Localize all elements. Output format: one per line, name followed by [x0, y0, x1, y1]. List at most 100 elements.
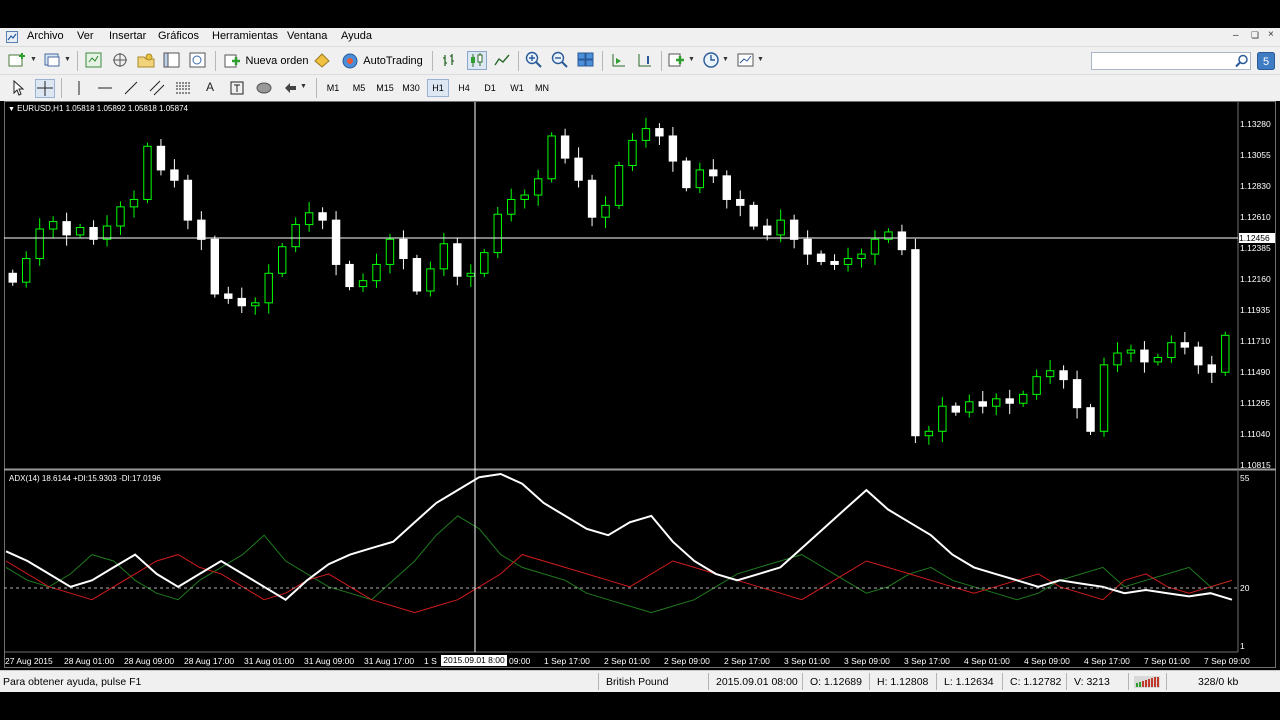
candle-bearish — [1194, 346, 1203, 366]
time-label: 2 Sep 01:00 — [604, 656, 650, 666]
time-label: 4 Sep 09:00 — [1024, 656, 1070, 666]
candle-bearish — [1086, 407, 1095, 432]
candle-bearish — [762, 225, 772, 236]
candle-bearish — [224, 293, 233, 299]
candle-bullish — [358, 280, 368, 288]
candle-bearish — [62, 221, 71, 236]
candle-bullish — [1032, 376, 1041, 395]
price-label: 1.11710 — [1240, 336, 1271, 346]
candle-bullish — [35, 228, 44, 260]
candle-bearish — [1059, 370, 1068, 381]
candle-bearish — [789, 219, 799, 240]
candle-bearish — [722, 175, 731, 200]
candle-bullish — [695, 169, 705, 189]
candle-bullish — [533, 178, 543, 196]
price-label: 1.13280 — [1240, 119, 1271, 129]
status-divider — [1002, 673, 1003, 690]
time-label: 7 Sep 09:00 — [1204, 656, 1250, 666]
candle-bearish — [183, 179, 193, 221]
indicator-panel — [5, 472, 1233, 614]
candle-bullish — [466, 272, 476, 277]
candle-bearish — [587, 179, 597, 218]
price-label: 1.12830 — [1240, 181, 1271, 191]
status-traffic: 328/0 kb — [1198, 676, 1239, 688]
chart-symbol-info: EURUSD,H1 1.05818 1.05892 1.05818 1.0587… — [17, 104, 188, 113]
time-label: 31 Aug 09:00 — [304, 656, 355, 666]
candle-bearish — [830, 260, 839, 265]
time-label: 3 Sep 17:00 — [904, 656, 950, 666]
price-label: 1.11490 — [1240, 367, 1271, 377]
candle-bullish — [1167, 342, 1176, 358]
status-divider — [708, 673, 709, 690]
time-label: 4 Sep 17:00 — [1084, 656, 1130, 666]
candle-bearish — [709, 169, 718, 177]
time-label: 3 Sep 01:00 — [784, 656, 830, 666]
candle-bullish — [480, 252, 489, 274]
indicator-level-label: 1 — [1240, 641, 1245, 651]
candle-bearish — [668, 135, 678, 162]
candle-bullish — [614, 164, 624, 206]
time-label: 31 Aug 01:00 — [244, 656, 295, 666]
time-label: 1 S — [424, 656, 437, 666]
candle-bullish — [641, 128, 651, 141]
status-divider — [598, 673, 599, 690]
candle-bullish — [251, 302, 260, 307]
candle-bullish — [1153, 356, 1163, 363]
time-label: 7 Sep 01:00 — [1144, 656, 1190, 666]
candle-bullish — [277, 246, 287, 274]
candle-bearish — [1207, 364, 1216, 373]
time-label: 27 Aug 2015 — [5, 656, 53, 666]
price-panel — [8, 117, 1230, 445]
status-divider — [936, 673, 937, 690]
time-label: 28 Aug 17:00 — [184, 656, 235, 666]
candle-bearish — [1140, 349, 1149, 363]
chart-canvas[interactable] — [0, 0, 1280, 720]
candle-bearish — [170, 169, 179, 181]
candle-bearish — [682, 160, 691, 189]
candle-bullish — [547, 135, 556, 180]
status-divider — [802, 673, 803, 690]
candle-bullish — [1018, 393, 1028, 404]
status-divider — [869, 673, 870, 690]
candle-bullish — [143, 145, 152, 200]
candle-bearish — [574, 157, 583, 181]
candle-bearish — [8, 272, 17, 283]
candle-bullish — [870, 238, 880, 255]
status-divider — [1066, 673, 1067, 690]
status-bar: Para obtener ayuda, pulse F1 British Pou… — [0, 670, 1280, 693]
candle-bullish — [520, 194, 529, 200]
time-label: 1 Sep 17:00 — [544, 656, 590, 666]
candle-bullish — [965, 401, 974, 413]
candle-bearish — [911, 249, 920, 437]
candle-bullish — [372, 263, 381, 282]
candle-bearish — [210, 238, 220, 295]
candle-bullish — [493, 213, 502, 254]
time-label: 31 Aug 17:00 — [364, 656, 415, 666]
status-profile: British Pound — [606, 676, 669, 688]
candle-bearish — [816, 253, 826, 262]
chart-menu-icon[interactable]: ▼ — [8, 106, 15, 113]
candle-bearish — [318, 212, 327, 221]
candle-bullish — [75, 227, 85, 236]
candle-bearish — [331, 219, 341, 265]
candle-bullish — [304, 212, 314, 226]
candle-bearish — [345, 263, 354, 288]
price-label: 1.11265 — [1240, 398, 1271, 408]
candle-bullish — [776, 219, 785, 236]
candle-bearish — [399, 238, 408, 260]
time-label: 2 Sep 17:00 — [724, 656, 770, 666]
adx-line — [5, 472, 1233, 601]
candle-bullish — [938, 405, 947, 432]
connection-status-icon[interactable] — [1134, 676, 1160, 688]
time-label: 4 Sep 01:00 — [964, 656, 1010, 666]
time-label: 09:00 — [509, 656, 531, 666]
candle-bullish — [843, 258, 853, 265]
crosshair-time-label: 2015.09.01 8:00 — [441, 655, 507, 666]
plus-di-line — [5, 515, 1233, 614]
candle-bearish — [803, 238, 812, 255]
time-label: 28 Aug 01:00 — [64, 656, 115, 666]
candle-bullish — [628, 139, 637, 166]
time-label: 3 Sep 09:00 — [844, 656, 890, 666]
candle-bearish — [951, 405, 961, 413]
candle-bullish — [291, 224, 300, 248]
